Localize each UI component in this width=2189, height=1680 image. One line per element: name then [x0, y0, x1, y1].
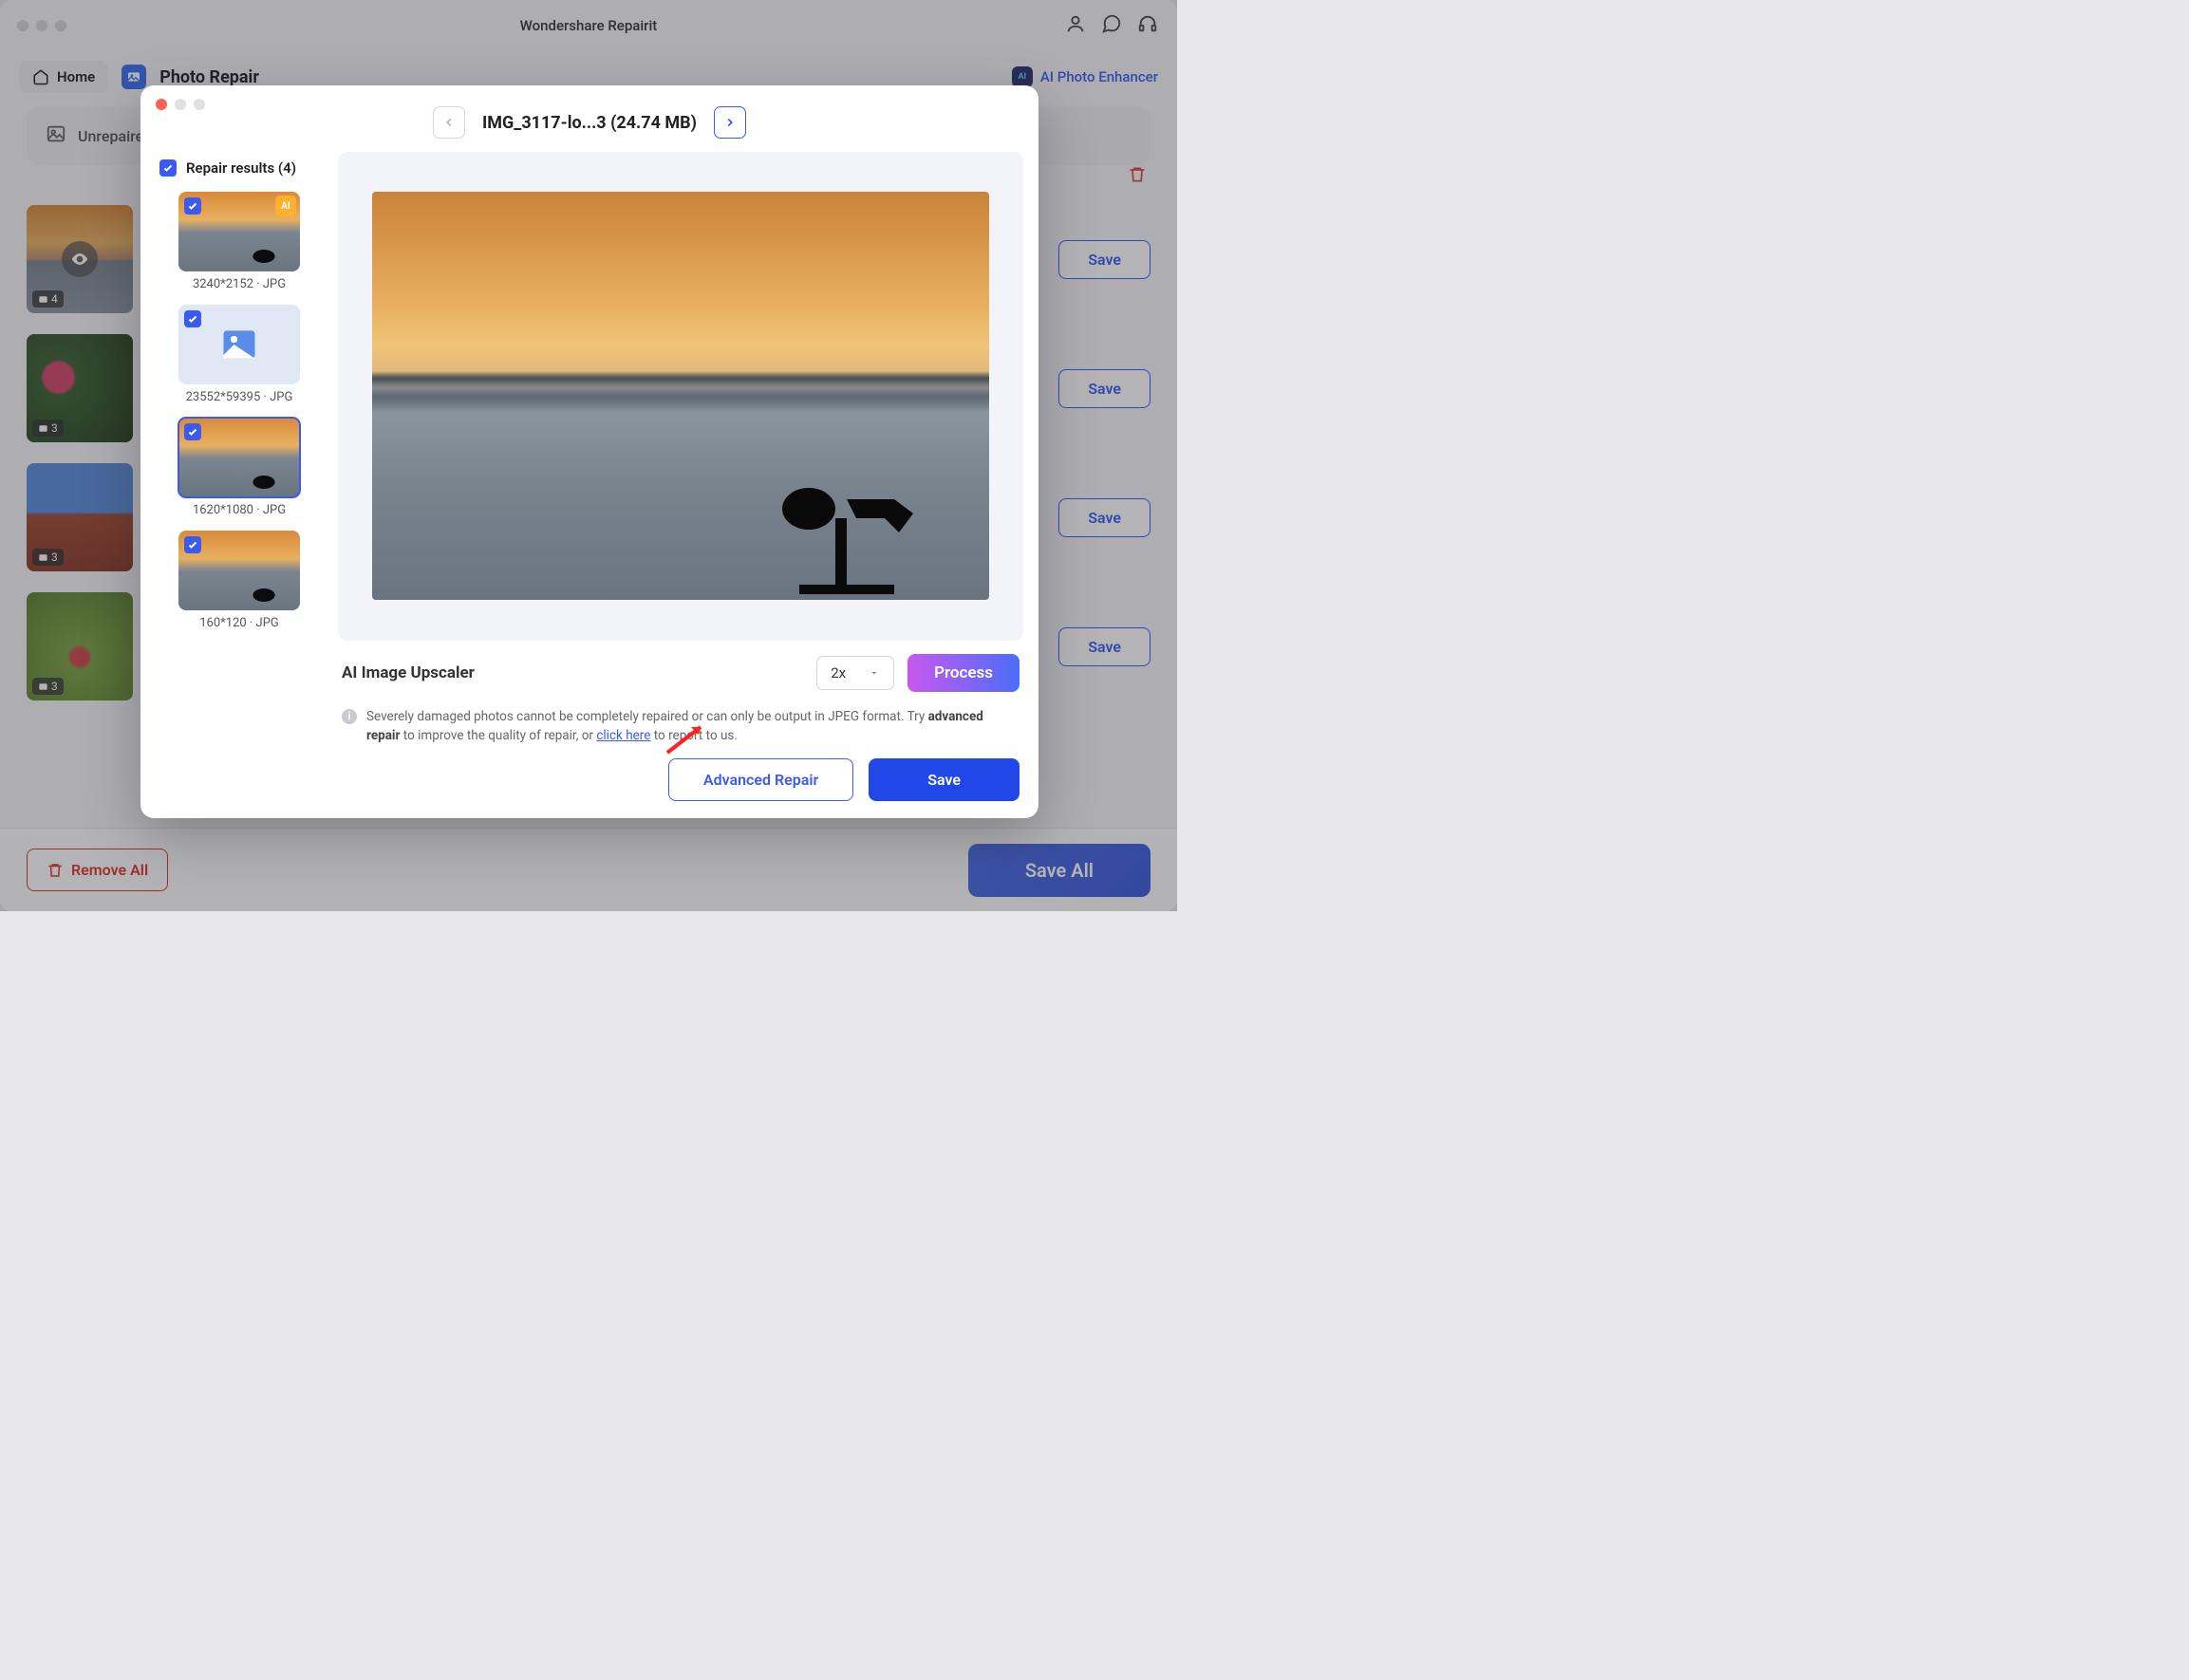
- headset-icon[interactable]: [1137, 13, 1158, 38]
- info-icon: i: [342, 709, 357, 724]
- result-meta: 23552*59395 · JPG: [178, 390, 300, 404]
- bottom-bar: Remove All Save All: [0, 828, 1177, 911]
- result-item[interactable]: AI 3240*2152 · JPG: [178, 192, 300, 291]
- results-label: Repair results (4): [186, 159, 296, 177]
- result-meta: 1620*1080 · JPG: [178, 503, 300, 517]
- report-link[interactable]: click here: [596, 728, 650, 743]
- modal-file-title: IMG_3117-lo...3 (24.74 MB): [482, 113, 697, 133]
- results-column: Repair results (4) AI 3240*2152 · JPG 23…: [156, 152, 327, 758]
- prev-button[interactable]: [433, 106, 465, 139]
- select-all-checkbox[interactable]: [159, 159, 177, 177]
- trash-icon: [47, 862, 64, 879]
- save-button[interactable]: Save: [1058, 627, 1151, 666]
- message-icon[interactable]: [1101, 13, 1122, 38]
- traffic-lights[interactable]: [17, 20, 66, 31]
- info-row: i Severely damaged photos cannot be comp…: [338, 701, 1023, 759]
- upscaler-label: AI Image Upscaler: [342, 663, 475, 682]
- preview-image: [372, 192, 989, 600]
- traffic-max[interactable]: [55, 20, 66, 31]
- home-icon: [32, 68, 49, 85]
- thumb-count: 3: [32, 549, 64, 566]
- result-checkbox[interactable]: [184, 197, 201, 215]
- preview-box: [338, 152, 1023, 641]
- result-checkbox[interactable]: [184, 310, 201, 327]
- result-meta: 160*120 · JPG: [178, 616, 300, 630]
- app-title: Wondershare Repairit: [0, 17, 1177, 34]
- scale-value: 2x: [831, 664, 846, 681]
- traffic-close[interactable]: [17, 20, 28, 31]
- traffic-min[interactable]: [36, 20, 47, 31]
- modal-footer: Advanced Repair Save: [140, 758, 1038, 818]
- result-checkbox[interactable]: [184, 423, 201, 440]
- ai-photo-enhancer-link[interactable]: AI AI Photo Enhancer: [1012, 66, 1158, 87]
- advanced-repair-button[interactable]: Advanced Repair: [668, 758, 853, 801]
- user-icon[interactable]: [1065, 13, 1086, 38]
- info-text: Severely damaged photos cannot be comple…: [366, 707, 1020, 746]
- save-all-button[interactable]: Save All: [968, 844, 1151, 897]
- save-button[interactable]: Save: [1058, 498, 1151, 537]
- save-button[interactable]: Save: [1058, 240, 1151, 279]
- ai-tag-icon: AI: [275, 196, 296, 216]
- repair-modal: IMG_3117-lo...3 (24.74 MB) Repair result…: [140, 85, 1038, 818]
- save-button[interactable]: Save: [1058, 369, 1151, 408]
- upscaler-row: AI Image Upscaler 2x Process: [338, 641, 1023, 701]
- thumbnail[interactable]: 3: [27, 463, 133, 571]
- photo-repair-icon: [122, 65, 146, 89]
- modal-close-dot[interactable]: [156, 99, 167, 110]
- result-checkbox[interactable]: [184, 536, 201, 553]
- remove-all-button[interactable]: Remove All: [27, 849, 168, 891]
- next-button[interactable]: [714, 106, 746, 139]
- trash-icon[interactable]: [1128, 165, 1147, 188]
- modal-traffic-lights[interactable]: [156, 99, 205, 110]
- thumbnail[interactable]: 4: [27, 205, 133, 313]
- remove-all-label: Remove All: [71, 861, 148, 879]
- preview-column: AI Image Upscaler 2x Process i Severely …: [327, 152, 1023, 758]
- thumb-count: 4: [32, 290, 64, 308]
- sculpture-silhouette: [761, 461, 932, 594]
- result-item[interactable]: 1620*1080 · JPG: [178, 418, 300, 517]
- preview-eye-icon[interactable]: [62, 241, 98, 277]
- thumbnail[interactable]: 3: [27, 592, 133, 700]
- scale-select[interactable]: 2x: [816, 656, 894, 690]
- modal-header: IMG_3117-lo...3 (24.74 MB): [140, 93, 1038, 152]
- home-label: Home: [57, 68, 95, 85]
- chevron-down-icon: [869, 667, 880, 679]
- result-meta: 3240*2152 · JPG: [178, 277, 300, 291]
- image-icon: [46, 123, 66, 148]
- home-button[interactable]: Home: [19, 61, 108, 93]
- titlebar: Wondershare Repairit: [0, 0, 1177, 51]
- thumb-count: 3: [32, 420, 64, 437]
- ai-enhancer-label: AI Photo Enhancer: [1040, 68, 1158, 85]
- ai-enhancer-icon: AI: [1012, 66, 1033, 87]
- modal-save-button[interactable]: Save: [869, 758, 1020, 801]
- result-item[interactable]: 23552*59395 · JPG: [178, 305, 300, 404]
- thumb-count: 3: [32, 678, 64, 695]
- thumbnail[interactable]: 3: [27, 334, 133, 442]
- unrepaired-label: Unrepaire: [78, 127, 143, 145]
- process-button[interactable]: Process: [907, 654, 1020, 692]
- modal-min-dot[interactable]: [175, 99, 186, 110]
- modal-max-dot[interactable]: [194, 99, 205, 110]
- section-title: Photo Repair: [159, 67, 259, 87]
- result-item[interactable]: 160*120 · JPG: [178, 531, 300, 630]
